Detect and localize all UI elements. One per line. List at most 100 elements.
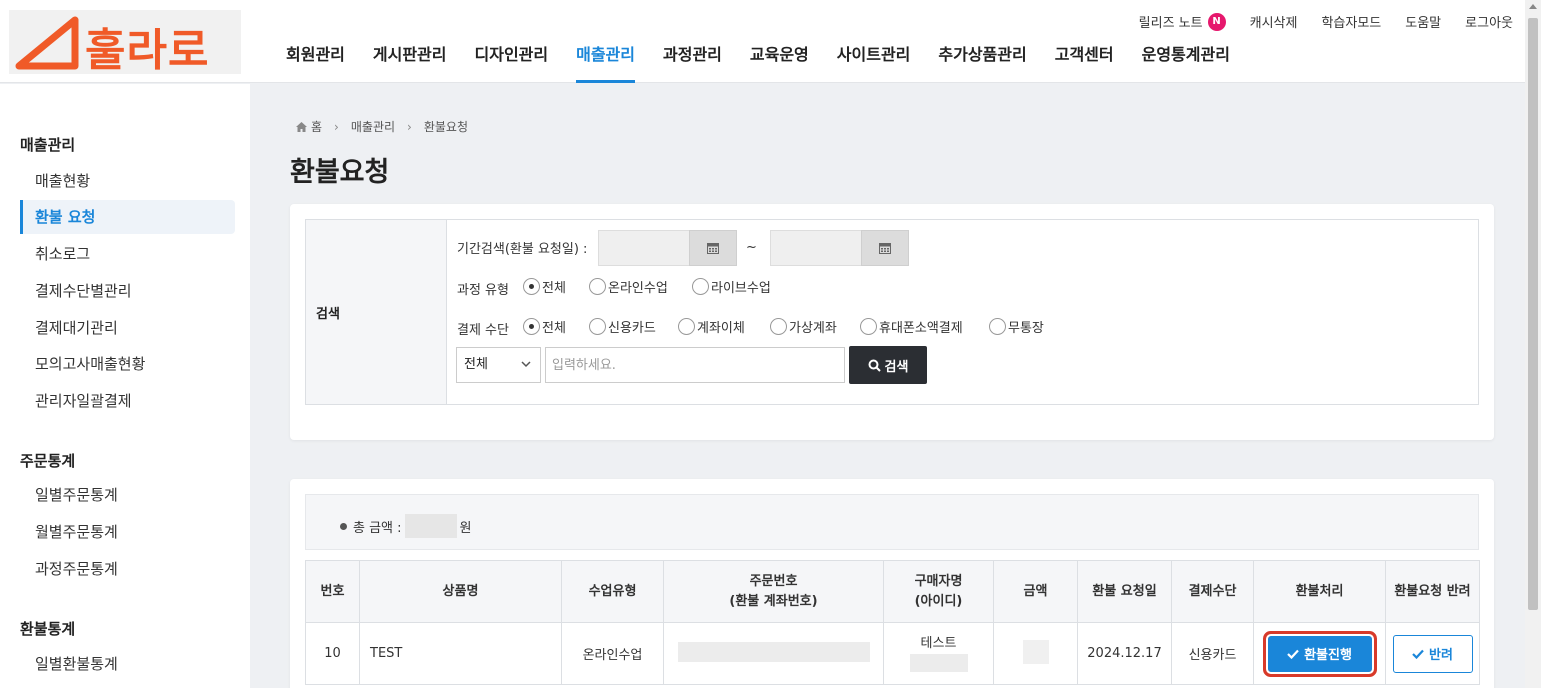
sidebar-group-refund-stats: 환불통계	[20, 620, 76, 638]
cell-no: 10	[305, 622, 360, 685]
cell-order-no	[663, 622, 884, 685]
payment-all-radio[interactable]: 전체	[523, 317, 566, 336]
course-type-all-radio[interactable]: 전체	[523, 277, 566, 296]
search-button[interactable]: 검색	[849, 346, 927, 384]
utility-links: 릴리즈 노트 N 캐시삭제 학습자모드 도움말 로그아웃	[1115, 12, 1513, 31]
search-input[interactable]	[545, 347, 845, 383]
date-range-separator: ~	[746, 240, 757, 255]
redacted-order-no	[677, 641, 870, 662]
breadcrumb-home[interactable]: 홈	[311, 118, 322, 135]
breadcrumb-sales[interactable]: 매출관리	[351, 118, 395, 135]
sidebar-item-admin-bulk-payment[interactable]: 관리자일괄결제	[20, 384, 235, 418]
payment-virtual-account-radio[interactable]: 가상계좌	[770, 317, 837, 336]
sidebar-item-cancel-log[interactable]: 취소로그	[20, 237, 235, 271]
start-date-picker-button[interactable]	[689, 230, 737, 266]
refund-table: 번호 상품명 수업유형 주문번호 (환불 계좌번호) 구매자명 (아이디) 금액 환…	[305, 560, 1480, 685]
sidebar-item-payment-method[interactable]: 결제수단별관리	[20, 274, 235, 308]
calendar-icon	[879, 243, 891, 254]
sidebar-item-daily-orders[interactable]: 일별주문통계	[20, 478, 235, 512]
col-order-no: 주문번호 (환불 계좌번호)	[663, 560, 884, 623]
help-link[interactable]: 도움말	[1405, 12, 1441, 31]
clear-cache-link[interactable]: 캐시삭제	[1250, 12, 1298, 31]
nav-courses[interactable]: 과정관리	[649, 40, 736, 83]
redacted-amount	[1022, 639, 1049, 664]
learner-mode-link[interactable]: 학습자모드	[1321, 12, 1381, 31]
col-product: 상품명	[359, 560, 562, 623]
total-amount: 총 금액 : 원	[340, 514, 472, 538]
payment-transfer-radio[interactable]: 계좌이체	[678, 317, 745, 336]
breadcrumb: 홈 › 매출관리 › 환불요청	[296, 118, 468, 135]
sidebar-item-sales-status[interactable]: 매출현황	[20, 164, 235, 198]
logout-link[interactable]: 로그아웃	[1465, 12, 1513, 31]
logo-text: 훌라로	[85, 25, 210, 76]
scroll-up-icon[interactable]	[1529, 4, 1537, 9]
course-type-live-radio[interactable]: 라이브수업	[692, 277, 771, 296]
redacted-buyer-id	[909, 653, 968, 672]
logo[interactable]: 훌라로	[9, 10, 241, 76]
page-title: 환불요청	[290, 157, 390, 188]
total-amount-bar: 총 금액 : 원	[305, 494, 1479, 550]
home-icon	[296, 121, 307, 132]
logo-arrow-icon	[15, 16, 79, 70]
bullet-icon	[340, 522, 347, 530]
chevron-right-icon: ›	[334, 119, 339, 134]
course-type-label: 과정 유형	[457, 283, 509, 298]
refund-proceed-button[interactable]: 환불진행	[1265, 633, 1374, 674]
col-refund-action: 환불처리	[1253, 560, 1386, 623]
check-icon	[1287, 649, 1299, 659]
nav-addons[interactable]: 추가상품관리	[924, 40, 1040, 83]
payment-method-label: 결제 수단	[457, 323, 509, 338]
check-icon	[1412, 649, 1424, 659]
chevron-down-icon	[521, 361, 531, 368]
page-scrollbar[interactable]	[1525, 0, 1541, 688]
cell-class-type: 온라인수업	[561, 622, 664, 685]
top-header: 훌라로 릴리즈 노트 N 캐시삭제 학습자모드 도움말 로그아웃 회원관리 게시…	[0, 0, 1525, 83]
col-amount: 금액	[993, 560, 1078, 623]
nav-support[interactable]: 고객센터	[1041, 40, 1128, 83]
period-label: 기간검색(환불 요청일) :	[457, 242, 588, 257]
col-request-date: 환불 요청일	[1077, 560, 1172, 623]
table-header-row: 번호 상품명 수업유형 주문번호 (환불 계좌번호) 구매자명 (아이디) 금액 환…	[305, 560, 1480, 623]
nav-education[interactable]: 교육운영	[736, 40, 823, 83]
sidebar-group-sales: 매출관리	[20, 136, 76, 154]
payment-bank-deposit-radio[interactable]: 무통장	[989, 317, 1044, 336]
cell-amount	[993, 622, 1078, 685]
sidebar-item-daily-refunds[interactable]: 일별환불통계	[20, 647, 235, 681]
cell-product: TEST	[359, 622, 562, 685]
search-label: 검색	[306, 220, 447, 404]
cell-reject-action: 반려	[1385, 622, 1480, 685]
nav-site[interactable]: 사이트관리	[823, 40, 925, 83]
payment-card-radio[interactable]: 신용카드	[589, 317, 656, 336]
sidebar-item-refund-request[interactable]: 환불 요청	[20, 200, 235, 234]
redacted-total	[404, 514, 457, 538]
nav-stats[interactable]: 운영통계관리	[1128, 40, 1244, 83]
calendar-icon	[707, 243, 719, 254]
search-field-select[interactable]: 전체	[456, 347, 541, 383]
scroll-thumb[interactable]	[1528, 18, 1538, 610]
sidebar-group-order-stats: 주문통계	[20, 452, 76, 470]
table-row: 10 TEST 온라인수업 테스트 2024.12.17 신용카드 환불진행 반…	[305, 622, 1480, 685]
col-class-type: 수업유형	[561, 560, 664, 623]
release-notes-link[interactable]: 릴리즈 노트 N	[1139, 12, 1226, 31]
sidebar: 매출관리 매출현황 환불 요청 취소로그 결제수단별관리 결제대기관리 모의고사…	[0, 84, 250, 688]
nav-sales[interactable]: 매출관리	[562, 40, 649, 83]
reject-button[interactable]: 반려	[1392, 634, 1473, 673]
main-nav: 회원관리 게시판관리 디자인관리 매출관리 과정관리 교육운영 사이트관리 추가…	[272, 40, 1244, 83]
end-date-picker-button[interactable]	[861, 230, 909, 266]
cell-payment: 신용카드	[1171, 622, 1254, 685]
course-type-online-radio[interactable]: 온라인수업	[589, 277, 668, 296]
sidebar-item-mock-exam-sales[interactable]: 모의고사매출현황	[20, 347, 235, 381]
col-buyer: 구매자명 (아이디)	[883, 560, 994, 623]
end-date-input[interactable]	[770, 230, 862, 266]
col-no: 번호	[305, 560, 360, 623]
nav-boards[interactable]: 게시판관리	[359, 40, 461, 83]
sidebar-item-pending-payment[interactable]: 결제대기관리	[20, 311, 235, 345]
breadcrumb-current: 환불요청	[423, 120, 469, 134]
start-date-input[interactable]	[598, 230, 690, 266]
sidebar-item-course-orders[interactable]: 과정주문통계	[20, 552, 235, 586]
cell-date: 2024.12.17	[1077, 622, 1172, 685]
payment-mobile-radio[interactable]: 휴대폰소액결제	[860, 317, 963, 336]
nav-members[interactable]: 회원관리	[272, 40, 359, 83]
sidebar-item-monthly-orders[interactable]: 월별주문통계	[20, 515, 235, 549]
nav-design[interactable]: 디자인관리	[461, 40, 563, 83]
